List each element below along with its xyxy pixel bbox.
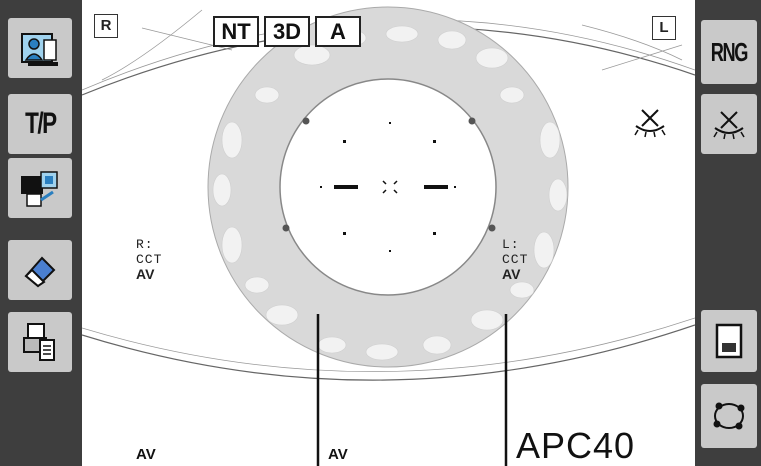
- report-button[interactable]: [701, 310, 757, 372]
- camera-print-icon: [21, 171, 58, 207]
- mode-3d[interactable]: 3D: [264, 16, 310, 47]
- left-cct-label: CCT: [502, 252, 529, 267]
- camera-print-button[interactable]: [8, 158, 72, 218]
- left-eye-indicator: L: [652, 16, 676, 40]
- report-icon: [715, 323, 743, 359]
- left-side-label: L:: [502, 237, 520, 252]
- tp-button[interactable]: T/P: [8, 94, 72, 154]
- right-sidebar: RNG: [695, 0, 761, 466]
- print-icon: [23, 323, 55, 361]
- rng-button-label: RNG: [710, 36, 749, 67]
- closed-eye-icon: [713, 111, 745, 140]
- patient-data-button[interactable]: [8, 18, 72, 78]
- patient-id-icon: [21, 33, 58, 66]
- rng-button[interactable]: RNG: [701, 20, 757, 84]
- mode-a[interactable]: A: [315, 16, 361, 47]
- right-eye-indicator: R: [94, 14, 118, 38]
- right-measurement: R: CCT AV: [136, 237, 162, 283]
- right-av-label: AV: [136, 266, 155, 282]
- right-side-label: R:: [136, 237, 154, 252]
- model-name: APC40: [516, 425, 636, 466]
- eye-illustration: [82, 6, 695, 466]
- eraser-icon: [24, 256, 56, 288]
- left-measurement: L: CCT AV: [502, 237, 528, 283]
- blink-button[interactable]: [701, 94, 757, 154]
- tp-button-label: T/P: [24, 107, 57, 140]
- right-cct-label: CCT: [136, 252, 163, 267]
- left-sidebar: T/P: [0, 0, 82, 466]
- closed-eye-icon: [634, 109, 666, 138]
- ring-points-icon: [713, 402, 745, 430]
- eye-view: R NT 3D A L R: CCT AV L: CCT AV AV AV AP…: [82, 0, 695, 466]
- print-button[interactable]: [8, 312, 72, 372]
- left-av-label: AV: [502, 266, 521, 282]
- mode-nt[interactable]: NT: [213, 16, 259, 47]
- blink-status: [630, 104, 670, 145]
- ring-button[interactable]: [701, 384, 757, 448]
- device-screen: T/P R NT 3D A L R: CCT AV L: CCT AV AV A…: [0, 0, 761, 466]
- bottom-av-1: AV: [136, 446, 156, 463]
- erase-button[interactable]: [8, 240, 72, 300]
- bottom-av-2: AV: [328, 446, 348, 463]
